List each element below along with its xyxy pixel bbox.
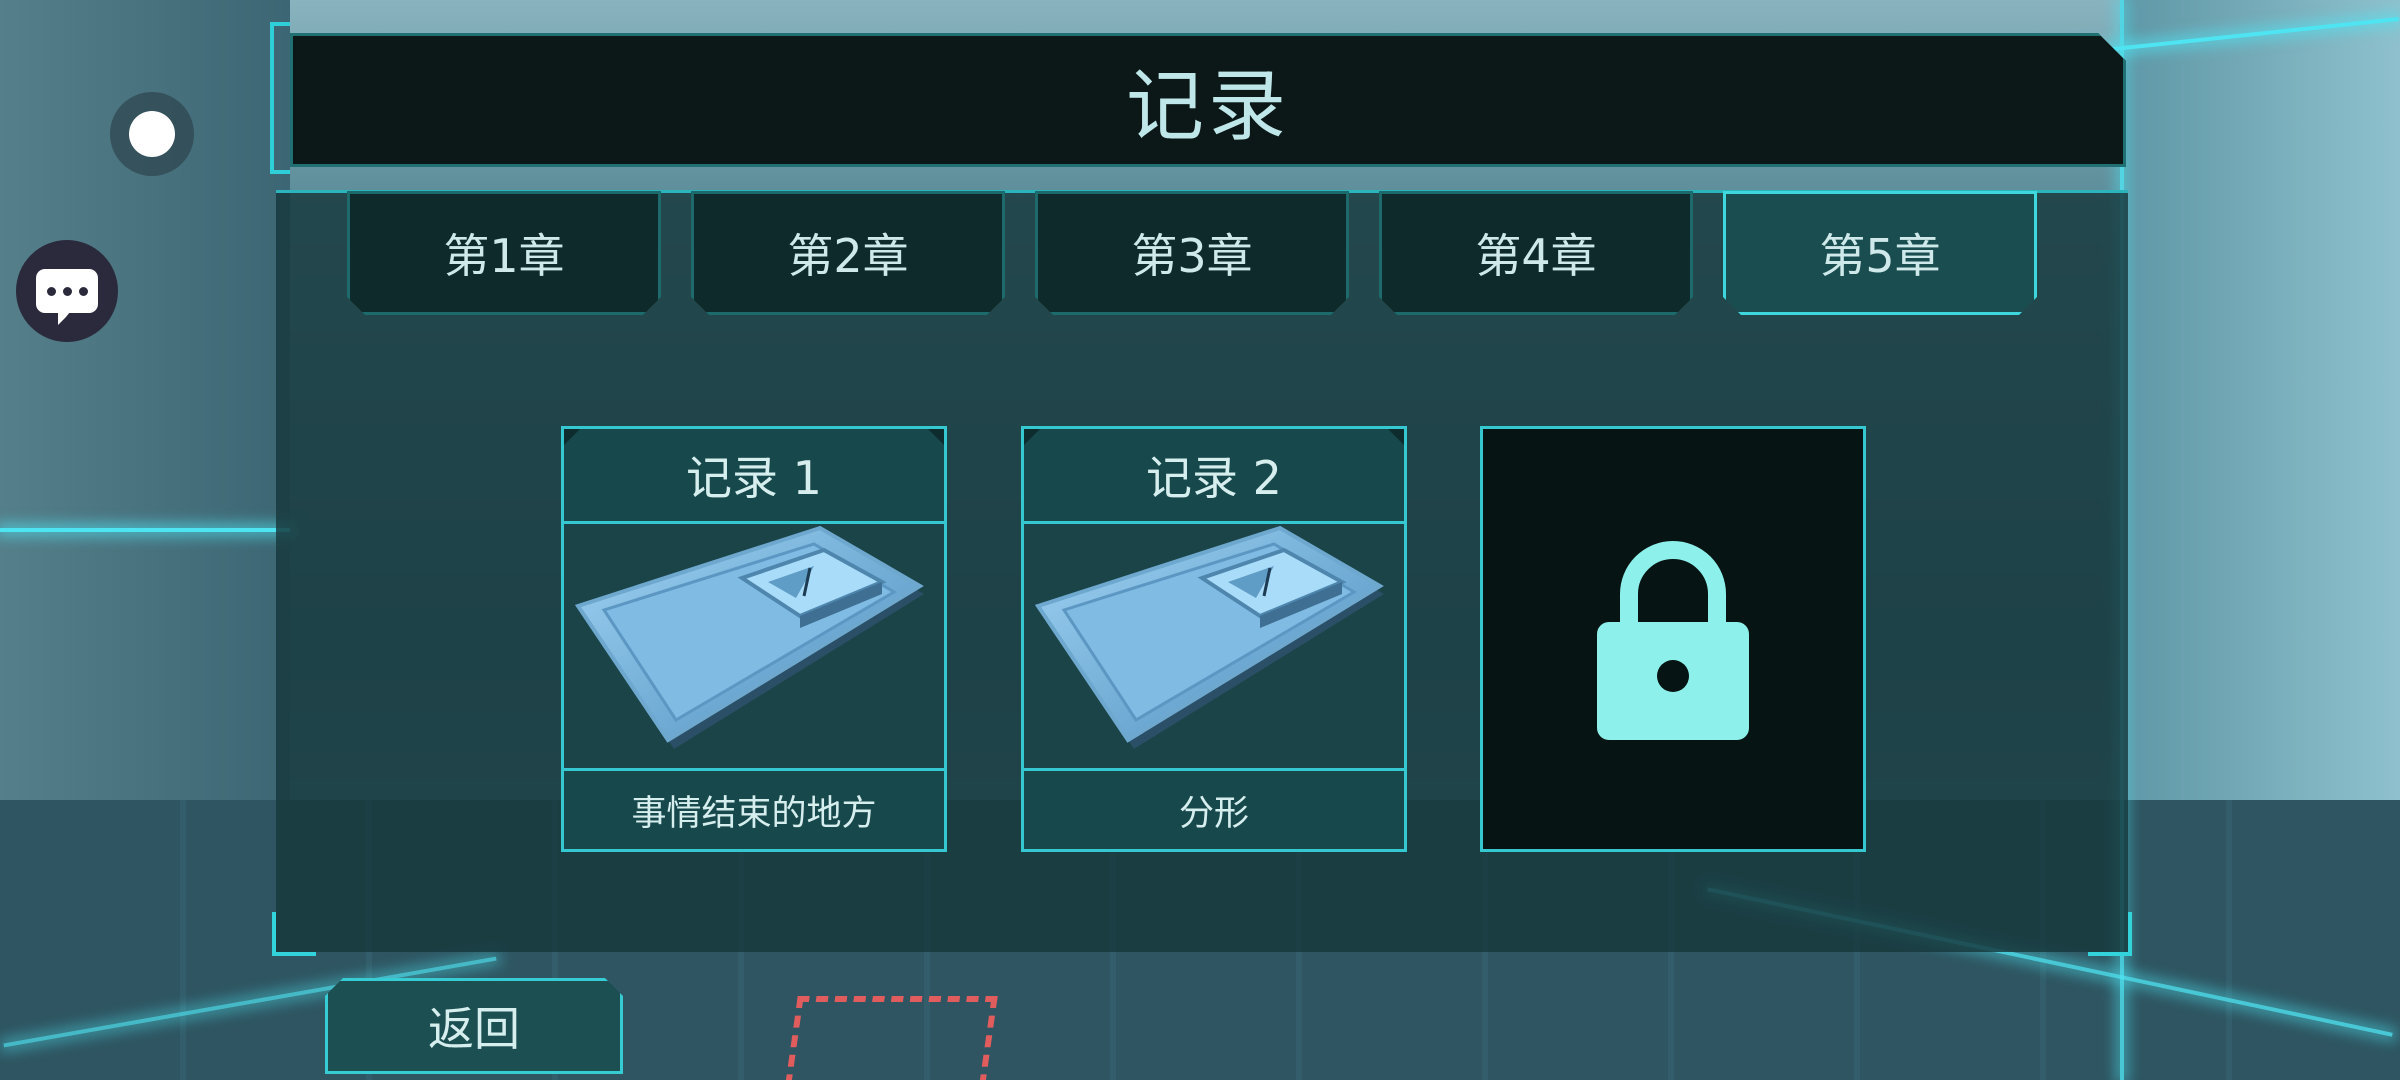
floor-marker (782, 996, 998, 1080)
tab-chapter-5[interactable]: 第5章 (1723, 191, 2037, 315)
record-thumbnail (1024, 524, 1404, 774)
tab-label: 第4章 (1475, 229, 1597, 283)
panel-corner (2088, 912, 2132, 956)
tab-chapter-3[interactable]: 第3章 (1035, 191, 1349, 315)
record-card-title: 记录 2 (1024, 429, 1404, 524)
page-title: 记录 (1125, 62, 1290, 152)
pressure-plate-icon (574, 525, 924, 749)
record-card-caption: 事情结束的地方 (564, 768, 944, 849)
chat-icon (36, 269, 98, 325)
tab-chapter-4[interactable]: 第4章 (1379, 191, 1693, 315)
pressure-plate-icon (1034, 525, 1384, 749)
title-bar: 记录 (290, 33, 2126, 167)
record-card-locked[interactable] (1480, 426, 1866, 852)
record-card-caption: 分形 (1024, 768, 1404, 849)
tab-label: 第5章 (1819, 229, 1941, 283)
record-dot-icon (129, 111, 175, 157)
back-button-label: 返回 (428, 1002, 520, 1056)
tab-chapter-1[interactable]: 第1章 (347, 191, 661, 315)
record-card-title: 记录 1 (564, 429, 944, 524)
tab-label: 第3章 (1131, 229, 1253, 283)
chat-button[interactable] (16, 240, 118, 342)
scene-glow-line (0, 528, 290, 532)
record-card-2[interactable]: 记录 2 分形 (1021, 426, 1407, 852)
record-card-1[interactable]: 记录 1 事情结束的地方 (561, 426, 947, 852)
back-button[interactable]: 返回 (325, 978, 623, 1074)
tab-label: 第2章 (787, 229, 909, 283)
record-button[interactable] (110, 92, 194, 176)
tab-chapter-2[interactable]: 第2章 (691, 191, 1005, 315)
tab-label: 第1章 (443, 229, 565, 283)
panel-corner (272, 912, 316, 956)
lock-icon (1597, 541, 1749, 740)
record-thumbnail (564, 524, 944, 774)
title-bar-accent (270, 22, 290, 174)
